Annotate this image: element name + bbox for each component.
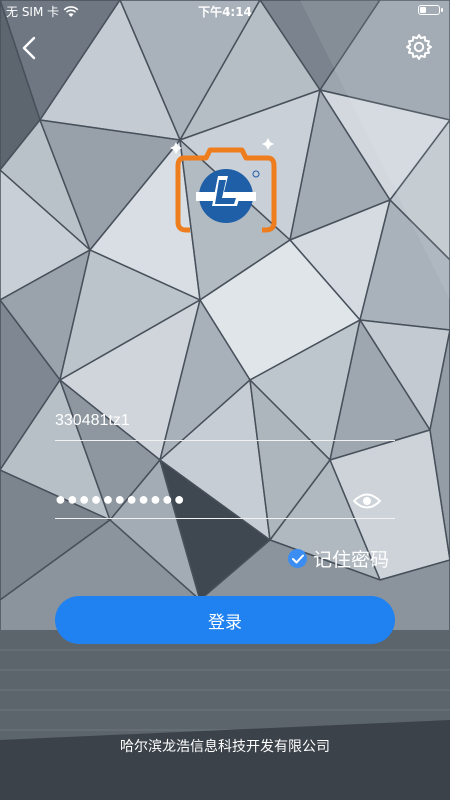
camera-el-logo-icon xyxy=(170,138,277,233)
remember-label: 记住密码 xyxy=(313,549,390,571)
battery-icon xyxy=(418,5,443,15)
gear-icon xyxy=(406,34,432,60)
checkmark-icon xyxy=(291,554,304,563)
username-value[interactable]: 330481tz1 xyxy=(55,412,130,430)
username-field[interactable]: 330481tz1 xyxy=(55,400,395,441)
password-field[interactable]: ●●●●●●●●●●● xyxy=(55,478,395,519)
login-screen: 无 SIM 卡 下午4:14 330481tz1 ●●●●●●●●●●● 记住密… xyxy=(0,0,450,800)
battery-level xyxy=(420,7,426,13)
company-footer: 哈尔滨龙浩信息科技开发有限公司 xyxy=(120,739,330,755)
remember-checkbox[interactable] xyxy=(288,549,307,568)
status-bar: 无 SIM 卡 下午4:14 xyxy=(0,0,450,22)
eye-icon xyxy=(352,493,382,509)
password-value[interactable]: ●●●●●●●●●●● xyxy=(55,489,186,510)
password-visibility-toggle[interactable] xyxy=(352,492,382,510)
settings-button[interactable] xyxy=(404,32,434,62)
status-time: 下午4:14 xyxy=(198,5,252,19)
back-chevron-icon xyxy=(22,36,36,60)
remember-password[interactable]: 记住密码 xyxy=(288,545,389,572)
app-logo xyxy=(170,138,282,238)
login-button[interactable]: 登录 xyxy=(55,596,395,644)
back-button[interactable] xyxy=(16,34,44,62)
